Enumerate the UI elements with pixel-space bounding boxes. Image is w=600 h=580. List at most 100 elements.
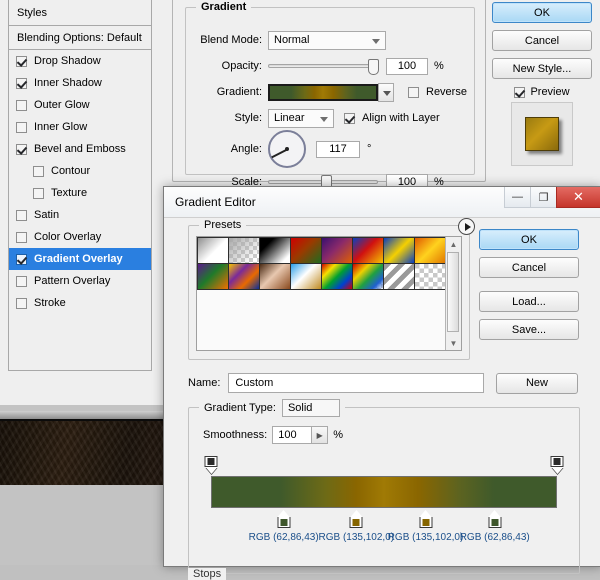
opacity-slider-thumb[interactable]: [368, 59, 379, 75]
effect-row-color-overlay[interactable]: Color Overlay: [9, 226, 151, 248]
preset-orange-yellow-orange[interactable]: [413, 236, 446, 264]
name-label: Name:: [188, 377, 221, 389]
gradient-type-legend: Gradient Type: Solid: [199, 399, 345, 417]
preset-violet-green-orange[interactable]: [196, 262, 229, 290]
effect-row-contour[interactable]: Contour: [9, 160, 151, 182]
angle-label: Angle:: [230, 143, 262, 155]
ge-cancel-button[interactable]: Cancel: [479, 257, 579, 278]
effect-row-outer-glow[interactable]: Outer Glow: [9, 94, 151, 116]
color-stop-rgb-label-4: RGB (62,86,43): [459, 532, 530, 543]
checkbox-pattern-overlay[interactable]: [16, 275, 27, 287]
preset-transparent-stripes[interactable]: [382, 262, 415, 290]
effect-row-pattern-overlay[interactable]: Pattern Overlay: [9, 270, 151, 292]
effect-row-stroke[interactable]: Stroke: [9, 292, 151, 314]
checkbox-gradient-overlay[interactable]: [16, 253, 27, 265]
checkbox-color-overlay[interactable]: [16, 231, 27, 243]
checkbox-drop-shadow[interactable]: [16, 55, 27, 67]
gradient-preview-swatch[interactable]: [268, 83, 378, 101]
smoothness-input[interactable]: 100: [272, 426, 313, 444]
checkbox-inner-glow[interactable]: [16, 121, 27, 133]
smoothness-label: Smoothness:: [203, 429, 268, 441]
gradient-bar[interactable]: [211, 476, 557, 508]
angle-input[interactable]: 117: [316, 140, 360, 158]
style-select[interactable]: Linear: [268, 108, 334, 128]
angle-dial[interactable]: [268, 130, 306, 168]
preset-spectrum[interactable]: [320, 262, 353, 290]
gradient-editor-titlebar[interactable]: Gradient Editor — ❐ ✕: [164, 187, 600, 218]
cancel-button[interactable]: Cancel: [492, 30, 592, 51]
gradient-type-select[interactable]: Solid: [281, 399, 340, 417]
checkbox-preview[interactable]: [514, 86, 526, 98]
preview-row[interactable]: Preview: [492, 86, 592, 98]
preset-blue-red-yellow[interactable]: [351, 236, 384, 264]
opacity-stop-right[interactable]: [550, 456, 564, 475]
scroll-down-icon[interactable]: ▼: [446, 336, 461, 350]
checkbox-outer-glow[interactable]: [16, 99, 27, 111]
ge-new-button[interactable]: New: [496, 372, 578, 394]
scale-slider[interactable]: [268, 175, 378, 191]
presets-group: Presets ▲ ▼: [188, 218, 475, 360]
preset-violet-orange[interactable]: [320, 236, 353, 264]
preset-copper[interactable]: [258, 262, 291, 290]
opacity-stop-left[interactable]: [204, 456, 218, 475]
stops-legend: Stops: [188, 568, 227, 580]
checkbox-contour[interactable]: [33, 165, 44, 177]
preset-chrome[interactable]: [289, 262, 322, 290]
effect-row-drop-shadow[interactable]: Drop Shadow: [9, 50, 151, 72]
color-stop-house: [488, 517, 502, 528]
effect-row-bevel-and-emboss[interactable]: Bevel and Emboss: [9, 138, 151, 160]
presets-scrollbar[interactable]: ▲ ▼: [445, 237, 461, 350]
opacity-input[interactable]: 100: [386, 57, 428, 75]
effect-row-gradient-overlay[interactable]: Gradient Overlay: [9, 248, 151, 270]
preset-red-green[interactable]: [289, 236, 322, 264]
style-value: Linear: [274, 112, 305, 124]
preset-black-white[interactable]: [258, 236, 291, 264]
color-stop-1[interactable]: [277, 510, 291, 530]
color-stop-3[interactable]: [419, 510, 433, 530]
ge-load-button[interactable]: Load...: [479, 291, 579, 312]
color-stop-2[interactable]: [349, 510, 363, 530]
ge-save-button[interactable]: Save...: [479, 319, 579, 340]
checkbox-inner-shadow[interactable]: [16, 77, 27, 89]
effect-row-inner-shadow[interactable]: Inner Shadow: [9, 72, 151, 94]
effect-row-inner-glow[interactable]: Inner Glow: [9, 116, 151, 138]
minimize-icon[interactable]: —: [504, 187, 531, 208]
ok-button[interactable]: OK: [492, 2, 592, 23]
checkbox-stroke[interactable]: [16, 297, 27, 309]
preset-yellow-violet-orange-blue[interactable]: [227, 262, 260, 290]
close-icon[interactable]: ✕: [556, 187, 600, 208]
effect-label: Outer Glow: [34, 99, 90, 111]
checkbox-reverse[interactable]: [408, 86, 419, 98]
scroll-up-icon[interactable]: ▲: [446, 237, 461, 251]
checkbox-bevel-and-emboss[interactable]: [16, 143, 27, 155]
gradient-name-input[interactable]: Custom: [228, 373, 484, 393]
blend-mode-value: Normal: [274, 34, 310, 46]
checkbox-satin[interactable]: [16, 209, 27, 221]
preset-foreground-to-transparent[interactable]: [227, 236, 260, 264]
presets-grid: [196, 236, 446, 350]
color-stop-4[interactable]: [488, 510, 502, 530]
effect-row-satin[interactable]: Satin: [9, 204, 151, 226]
gradient-subgroup: Gradient Blend Mode: Normal Opacity: 100…: [185, 1, 475, 191]
effect-label: Inner Shadow: [34, 77, 102, 89]
smoothness-spinner-icon[interactable]: ▶: [312, 426, 329, 444]
scrollbar-thumb[interactable]: [447, 252, 459, 332]
blend-mode-select[interactable]: Normal: [268, 30, 386, 50]
ge-ok-button[interactable]: OK: [479, 229, 579, 250]
preset-transparent-rainbow[interactable]: [351, 262, 384, 290]
checkbox-align-with-layer[interactable]: [344, 112, 355, 124]
preset-blue-yellow-blue[interactable]: [382, 236, 415, 264]
checkbox-texture[interactable]: [33, 187, 44, 199]
preset-checkerboard-transparent[interactable]: [413, 262, 446, 290]
new-style-button[interactable]: New Style...: [492, 58, 592, 79]
name-row: Name: Custom New: [188, 372, 578, 394]
maximize-icon[interactable]: ❐: [530, 187, 557, 208]
gradient-preset-dropdown-icon[interactable]: [378, 82, 394, 102]
color-stop-house: [349, 517, 363, 528]
style-label: Style:: [234, 112, 262, 124]
preset-foreground-to-background[interactable]: [196, 236, 229, 264]
presets-menu-icon[interactable]: [458, 218, 475, 235]
blending-options-item[interactable]: Blending Options: Default: [8, 26, 152, 50]
opacity-slider[interactable]: [268, 59, 379, 75]
effect-row-texture[interactable]: Texture: [9, 182, 151, 204]
